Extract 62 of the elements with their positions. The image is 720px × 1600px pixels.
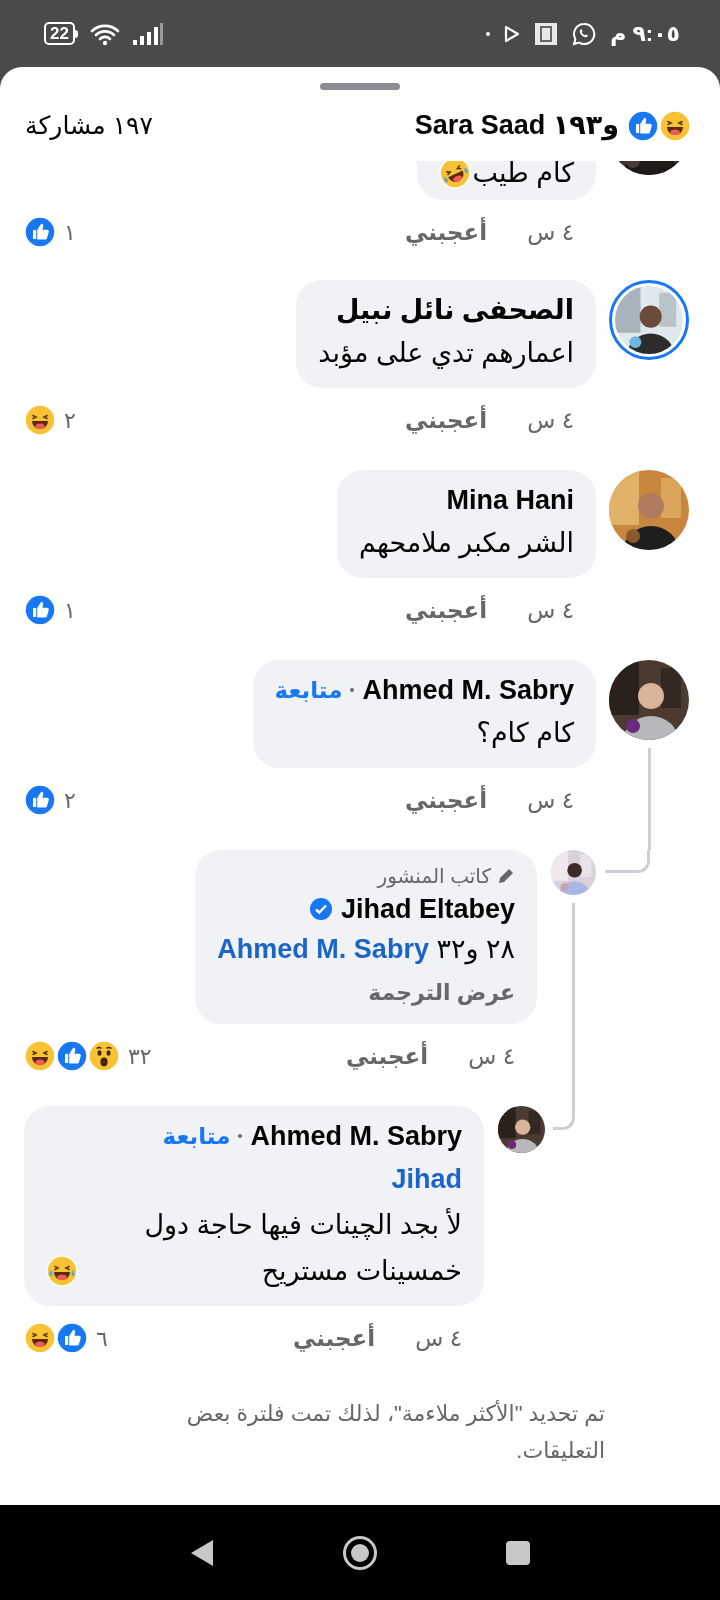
comment-text: اعمارهم تدي على مؤبد (318, 338, 574, 368)
comment-text: لأ بجد الچينات فيها حاجة دول خمسينات مستريح (143, 1207, 462, 1289)
follow-link[interactable]: متابعة (162, 1118, 231, 1154)
filter-notice: تم تحديد "الأكثر ملاءمة"، لذلك تمت فلترة بعض التعليقات. (185, 1399, 606, 1465)
commenter-name[interactable]: Ahmed M. Sabry (250, 1115, 462, 1157)
pencil-icon (497, 867, 515, 885)
laughing-emoji-icon (24, 1322, 56, 1354)
time-label: ٤ س (415, 1323, 463, 1353)
battery-indicator: 22 (44, 22, 78, 45)
reactions-summary[interactable]: و١٩٣ Sara Saad (414, 105, 619, 146)
laughing-emoji-icon (24, 404, 56, 436)
laughing-emoji-icon (24, 1040, 56, 1072)
reaction-count[interactable]: ٣٢ (128, 1039, 152, 1073)
back-icon[interactable] (189, 1537, 215, 1568)
whatsapp-icon (572, 21, 597, 46)
drag-handle[interactable] (320, 83, 400, 90)
like-icon (56, 1040, 88, 1072)
commenter-name[interactable]: Mina Hani (446, 479, 574, 521)
reaction-count[interactable]: ١ (64, 593, 76, 627)
shares-count[interactable]: ١٩٧ مشاركة (25, 106, 153, 145)
reaction-count[interactable]: ٢ (64, 783, 76, 817)
mention-link[interactable]: Ahmed M. Sabry (217, 934, 429, 964)
like-icon (24, 784, 56, 816)
like-icon (56, 1322, 88, 1354)
time-label: ٤ س (527, 785, 575, 815)
comment-text: الشر مكبر ملامحهم (359, 528, 574, 558)
time-label: ٤ س (527, 595, 575, 625)
story-ring[interactable] (609, 280, 689, 360)
like-link[interactable]: أعجبني (404, 214, 488, 250)
follow-link[interactable]: متابعة (274, 672, 343, 708)
surprised-emoji-icon (88, 1040, 120, 1072)
time-label: ٤ س (468, 1041, 516, 1071)
reaction-count[interactable]: ٦ (96, 1321, 108, 1355)
author-label: كاتب المنشور (377, 864, 491, 890)
comment-text: كام طيب (472, 161, 574, 190)
see-translation-link[interactable]: عرض الترجمة (368, 975, 515, 1009)
gallery-icon (534, 21, 559, 46)
mention-link[interactable]: Jihad (391, 1164, 462, 1194)
like-link[interactable]: أعجبني (404, 592, 488, 628)
reaction-count[interactable]: ٢ (64, 403, 76, 437)
time-label: ٤ س (527, 217, 575, 247)
home-icon[interactable] (342, 1534, 378, 1571)
commenter-name[interactable]: Ahmed M. Sabry (362, 669, 574, 711)
comment-text: كام كام؟ (476, 718, 574, 748)
commenter-name[interactable]: Jihad Eltabey (340, 888, 515, 930)
like-link[interactable]: أعجبني (404, 402, 488, 438)
like-link[interactable]: أعجبني (404, 782, 488, 818)
play-icon (504, 24, 521, 43)
like-icon (627, 109, 659, 142)
time-label: ٤ س (527, 405, 575, 435)
like-link[interactable]: أعجبني (345, 1038, 429, 1074)
like-icon (24, 594, 56, 626)
like-icon (24, 216, 56, 248)
reaction-count[interactable]: ١ (64, 215, 76, 249)
signal-icon (131, 21, 164, 46)
comment-text: ٢٨ و٣٢ (436, 934, 515, 964)
recent-apps-icon[interactable] (505, 1539, 531, 1566)
clock-time: ٩:٠٥ م (610, 20, 680, 48)
commenter-name[interactable]: الصحفى نائل نبيل (336, 289, 574, 331)
laughing-emoji-icon (659, 109, 691, 142)
like-link[interactable]: أعجبني (292, 1320, 376, 1356)
tears-of-joy-emoji-icon (46, 1255, 78, 1287)
